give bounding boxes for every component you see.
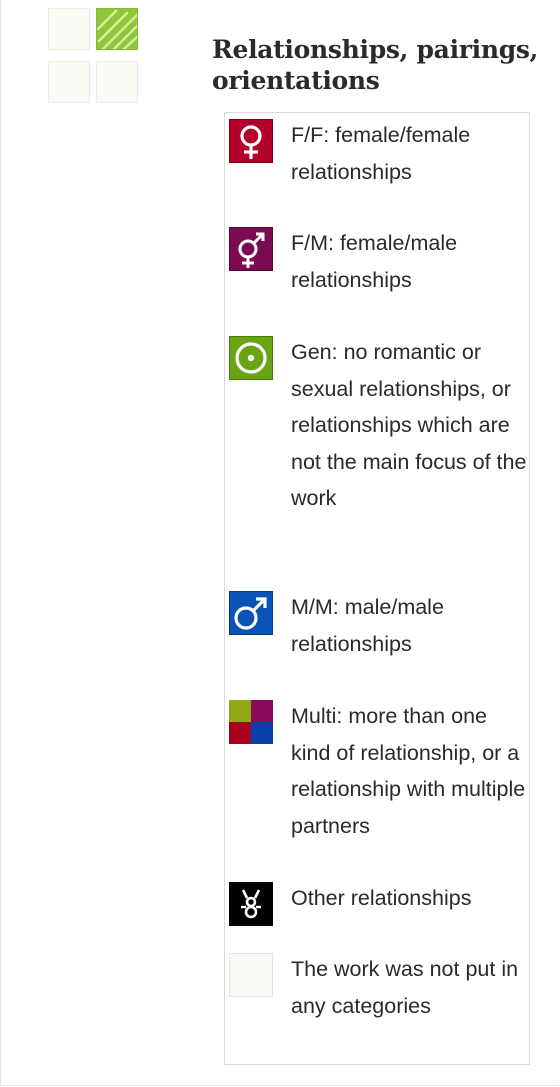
male-symbol-icon	[229, 591, 273, 635]
female-male-symbol-icon	[229, 227, 273, 271]
legend-label: Other relationships	[291, 886, 472, 910]
legend-label: F/M: female/male relationships	[291, 231, 458, 292]
legend-label: Multi: more than one kind of relationshi…	[291, 704, 526, 838]
category-cell-empty	[48, 8, 90, 50]
category-grid-icon	[46, 6, 140, 104]
other-symbol-icon	[229, 882, 273, 926]
legend-label: F/F: female/female relationships	[291, 123, 471, 184]
category-cell-active	[96, 8, 138, 50]
no-category-icon	[229, 953, 273, 997]
section-title: Relationships, pairings, orientations	[212, 35, 539, 95]
legend-label: The work was not put in any categories	[291, 957, 519, 1018]
gen-circle-icon	[229, 336, 273, 380]
striped-pattern-icon	[97, 9, 137, 49]
category-cell-empty	[96, 61, 138, 103]
legend-box: F/F: female/female relationships F/M: fe…	[224, 112, 530, 1065]
category-cell-empty	[48, 61, 90, 103]
female-symbol-icon	[229, 119, 273, 163]
legend-label: M/M: male/male relationships	[291, 595, 444, 656]
legend-label: Gen: no romantic or sexual relationships…	[291, 340, 527, 510]
multi-squares-icon	[229, 700, 273, 744]
